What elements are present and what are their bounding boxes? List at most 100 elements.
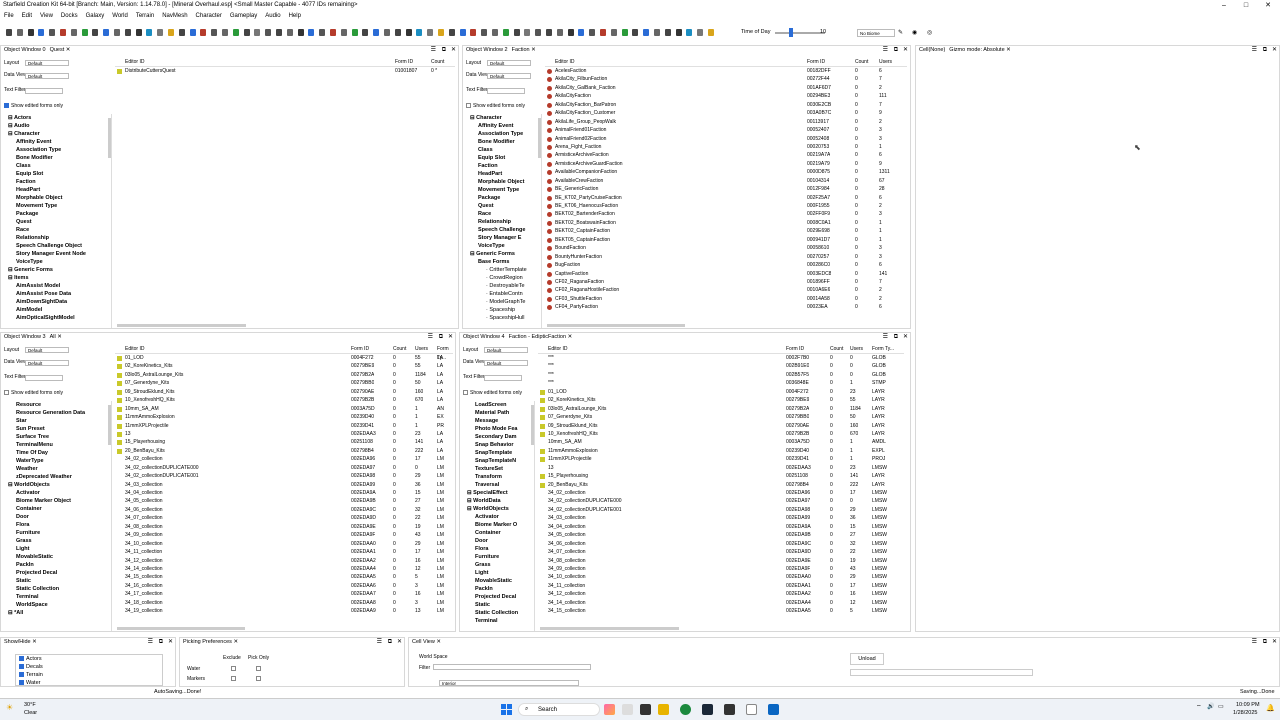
table-row[interactable]: 34_07_collection 002EDA9D 0 22 LMSW — [538, 548, 904, 556]
tree-item[interactable]: Message — [463, 417, 534, 425]
close-tab-icon[interactable]: ✕ — [64, 47, 71, 53]
toolbar-tool-icon[interactable] — [60, 29, 66, 36]
toolbar-tool-icon[interactable] — [340, 29, 347, 36]
tree-item[interactable]: Static Collection — [4, 585, 111, 593]
tree-item[interactable]: Door — [463, 537, 534, 545]
dock-icon[interactable]: ⧉ — [1263, 639, 1267, 646]
tree-item[interactable]: Star — [4, 417, 111, 425]
horizontal-scrollbar[interactable] — [117, 627, 246, 630]
table-row[interactable]: 34_03_collection 002EDA99 0 36 LM — [115, 481, 453, 489]
table-row[interactable]: BE_KT06_HaenocusFaction 000F1955 0 2 — [545, 202, 907, 210]
editor-id-column-header[interactable]: Editor ID — [125, 58, 144, 67]
table-row[interactable]: AvailableCompanionFaction 0000D875 0 1311 — [545, 168, 907, 176]
table-row[interactable]: 34_12_collection 002EDAA2 0 16 LMSW — [538, 590, 904, 598]
tree-item[interactable]: Container — [463, 529, 534, 537]
table-row[interactable]: CF04_PartyFaction 00023EA 0 6 — [545, 303, 907, 311]
table-row[interactable]: 11mmAmmoExplosion 00239D40 0 1 EXPL — [538, 447, 904, 455]
list-icon[interactable]: ☰ — [431, 47, 436, 54]
table-row[interactable]: AkilaLife_Group_PeopWalk 00113917 0 2 — [545, 118, 907, 126]
toolbar-tool-icon[interactable] — [600, 29, 606, 36]
horizontal-scrollbar[interactable] — [547, 324, 685, 327]
table-row[interactable]: 34_18_collection 002EDAA8 0 3 LM — [115, 599, 453, 607]
menu-terrain[interactable]: Terrain — [132, 11, 158, 21]
tree-item[interactable]: · DestroyableTe — [466, 282, 541, 290]
table-row[interactable]: BEKT02_BartenderFaction 002FF0F9 0 3 — [545, 210, 907, 218]
users-column-header[interactable]: Users — [415, 345, 428, 354]
table-row[interactable]: 34_06_collection 002EDA9C 0 32 LMSW — [538, 540, 904, 548]
checkbox-box[interactable] — [4, 103, 9, 109]
table-row[interactable]: 34_02_collectionDUPLICATE000 002EDA97 0 0 LM… — [538, 497, 904, 505]
table-row[interactable]: 34_10_collection 002EDAA0 0 29 LMSW — [538, 573, 904, 581]
toolbar-tool-icon[interactable] — [675, 29, 682, 36]
close-tab-icon[interactable]: ✕ — [233, 639, 238, 645]
tree-item[interactable]: Story Manager E — [466, 234, 541, 242]
tree-item[interactable]: Surface Tree — [4, 433, 111, 441]
tree-item[interactable]: Terminal — [4, 593, 111, 601]
table-row[interactable]: 34_08_collection 002EDA9E 0 19 LMSW — [538, 557, 904, 565]
table-row[interactable]: 01_LOD 0004F272 0 23 LAYR — [538, 388, 904, 396]
toolbar-tool-icon[interactable] — [405, 29, 412, 36]
table-row[interactable]: *** 0036848E 0 1 STMP — [538, 379, 904, 387]
table-row[interactable]: *** 0002F7B0 0 0 GLOB — [538, 354, 904, 362]
tree-item[interactable]: Speech Challenge Object — [4, 242, 111, 250]
table-row[interactable]: 13 002EDAA3 0 23 LMSW — [538, 464, 904, 472]
tree-item[interactable]: ⊟ Items — [4, 274, 111, 282]
toolbar-tool-icon[interactable] — [394, 29, 401, 36]
table-row[interactable]: BoundFaction 00058610 0 3 — [545, 244, 907, 252]
menu-edit[interactable]: Edit — [18, 11, 36, 21]
toolbar-tool-icon[interactable] — [243, 29, 250, 36]
toolbar-tool-icon[interactable] — [654, 29, 660, 36]
table-row[interactable]: AnimalFriend02Faction 00052408 0 3 — [545, 135, 907, 143]
toolbar-tool-icon[interactable] — [135, 29, 142, 36]
table-row[interactable]: 02_KoreKinetics_Kits 00279BE9 0 55 LA — [115, 362, 453, 370]
close-tab-icon[interactable]: ✕ — [56, 334, 62, 340]
table-row[interactable]: 34_15_collection 002EDAA5 0 5 LM — [115, 573, 453, 581]
dock-icon[interactable]: ⧉ — [159, 639, 163, 646]
table-row[interactable]: AvailableCrewFaction 00104314 0 67 — [545, 177, 907, 185]
text-filter-input[interactable] — [25, 375, 63, 381]
tree-item[interactable]: SnapTemplate — [463, 449, 534, 457]
table-row[interactable]: 34_12_collection 002EDAA2 0 16 LM — [115, 557, 453, 565]
toolbar-tool-icon[interactable] — [232, 29, 239, 36]
show-edited-checkbox[interactable]: Show edited forms only — [4, 390, 63, 396]
tree-item[interactable]: Light — [4, 545, 111, 553]
tree-scrollbar[interactable] — [538, 118, 541, 158]
table-row[interactable]: 11mmXPLProjectile 00239D41 0 1 PR — [115, 422, 453, 430]
table-row[interactable]: AkilaCity_GalBank_Faction 001AF6D7 0 2 — [545, 84, 907, 92]
toolbar-tool-icon[interactable] — [70, 29, 77, 36]
tree-item[interactable]: Photo Mode Fea — [463, 425, 534, 433]
menu-character[interactable]: Character — [192, 11, 226, 21]
tree-item[interactable]: Movement Type — [4, 202, 111, 210]
table-row[interactable]: 34_10_collection 002EDAA0 0 29 LM — [115, 540, 453, 548]
table-row[interactable]: 07_Generdyne_Kits 00279BB0 0 50 LAYR — [538, 413, 904, 421]
table-row[interactable]: BEKT02_CaptainFaction 0029E698 0 1 — [545, 227, 907, 235]
checkbox-box[interactable] — [463, 390, 468, 396]
table-row[interactable]: AkilaCityFaction_Customer 003A0B7C 0 9 — [545, 109, 907, 117]
table-row[interactable]: 34_14_collection 002EDAA4 0 12 LM — [115, 565, 453, 573]
toolbar-tool-icon[interactable] — [319, 29, 326, 36]
table-row[interactable]: 11mmXPLProjectile 00239D41 0 1 PROJ — [538, 455, 904, 463]
close-tab-icon[interactable]: ✕ — [566, 334, 573, 340]
tree-item[interactable]: Projected Decal — [4, 569, 111, 577]
horizontal-scrollbar[interactable] — [117, 324, 247, 327]
toolbar-tool-icon[interactable] — [38, 29, 45, 36]
table-row[interactable]: 13 002EDAA3 0 23 LA — [115, 430, 453, 438]
table-row[interactable]: BEKT02_BoatswainFaction 0008C0A1 0 1 — [545, 219, 907, 227]
table-row[interactable]: 34_19_collection 002EDAA9 0 13 LM — [115, 607, 453, 615]
list-icon[interactable]: ☰ — [883, 47, 888, 54]
table-row[interactable]: 34_11_collection 002EDAA1 0 17 LMSW — [538, 582, 904, 590]
tree-item[interactable]: Light — [463, 569, 534, 577]
close-tab-icon[interactable]: ✕ — [1006, 47, 1011, 53]
tree-item[interactable]: Quest — [4, 218, 111, 226]
layout-select[interactable]: Default — [484, 347, 528, 353]
table-row[interactable]: 34_05_collection 002EDA9B 0 27 LMSW — [538, 531, 904, 539]
show-edited-checkbox[interactable]: Show edited forms only — [466, 103, 525, 109]
menu-docks[interactable]: Docks — [57, 11, 82, 21]
close-icon[interactable]: ✕ — [168, 639, 173, 646]
close-icon[interactable]: ✕ — [451, 47, 456, 54]
visibility-checkbox[interactable] — [19, 664, 24, 670]
table-row[interactable]: AkilaCityFaction 00294BE3 0 111 — [545, 92, 907, 100]
eye-icon[interactable]: ◉ — [912, 29, 917, 36]
checkbox-box[interactable] — [466, 103, 471, 109]
table-row[interactable]: 15_Playerhousing 00251108 0 141 LAYR — [538, 472, 904, 480]
